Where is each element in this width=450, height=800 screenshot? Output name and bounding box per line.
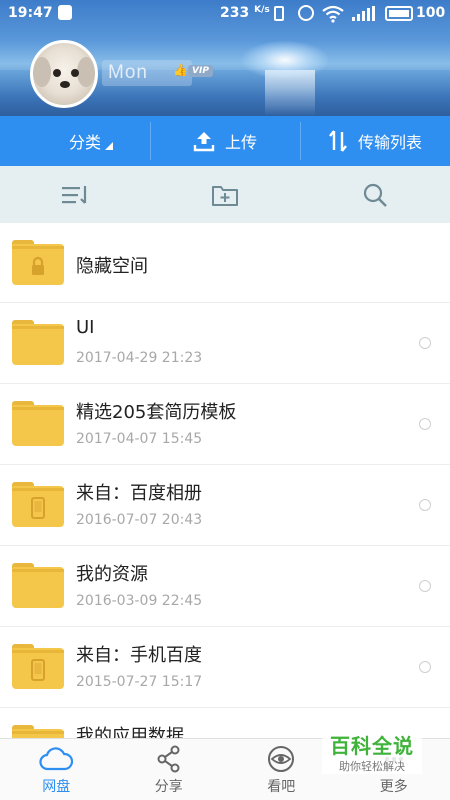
new-folder-icon (212, 185, 238, 206)
vip-hand-icon: 👍 (173, 63, 188, 77)
list-item[interactable]: 隐藏空间 (0, 223, 450, 303)
watermark-subtitle: 助你轻松解决 (339, 760, 405, 773)
nav-label: 看吧 (267, 779, 296, 795)
category-label: 分类 (68, 133, 101, 152)
battery-level: 100 (416, 5, 446, 21)
file-name: 来自：手机百度 (76, 645, 202, 666)
file-date: 2017-04-07 15:45 (76, 431, 203, 447)
status-time: 19:47 (8, 5, 53, 21)
alarm-icon (298, 5, 314, 21)
sort-icon (62, 185, 87, 204)
file-date: 2017-04-29 21:23 (76, 350, 203, 366)
watermark: 百科全说 助你轻松解决 (322, 730, 422, 774)
wifi-icon (322, 5, 344, 23)
select-radio[interactable] (419, 580, 431, 592)
transfer-icon (329, 130, 347, 152)
file-name: UI (76, 317, 95, 338)
list-item[interactable]: 精选205套简历模板 2017-04-07 15:45 (0, 384, 450, 465)
username[interactable]: Mon (108, 62, 148, 84)
network-speed: 233 K/s (220, 5, 270, 21)
select-radio[interactable] (419, 337, 431, 349)
nav-label: 更多 (379, 779, 408, 795)
lock-folder-icon (12, 240, 64, 285)
network-speed-value: 233 (220, 5, 250, 21)
avatar-eye-left (53, 69, 61, 77)
file-name: 我的应用数据 (76, 726, 184, 738)
file-toolbar (0, 166, 450, 223)
grid-icon (37, 130, 59, 152)
folder-icon (12, 320, 64, 365)
list-item[interactable]: UI 2017-04-29 21:23 (0, 303, 450, 384)
folder-icon (12, 563, 64, 608)
cloud-icon (39, 747, 74, 771)
eye-icon (268, 746, 295, 772)
file-date: 2016-03-09 22:45 (76, 593, 203, 609)
list-item[interactable]: 来自：手机百度 2015-07-27 15:17 (0, 627, 450, 708)
vip-badge[interactable]: VIP (188, 65, 213, 77)
folder-icon (12, 401, 64, 446)
action-bar: 分类 上传 传输列表 (0, 116, 450, 166)
signal-icon (352, 6, 375, 21)
select-radio[interactable] (419, 499, 431, 511)
file-date: 2015-07-27 15:17 (76, 674, 203, 690)
transfer-list-button[interactable]: 传输列表 (300, 116, 450, 166)
nav-label: 分享 (154, 779, 183, 795)
file-name: 我的资源 (76, 564, 148, 585)
phone-folder-icon (12, 644, 64, 689)
share-icon (157, 745, 180, 773)
vibrate-icon (274, 6, 284, 21)
file-name: 来自：百度相册 (76, 483, 202, 504)
sort-button[interactable] (0, 166, 150, 223)
avatar-eye-right (71, 69, 79, 77)
upload-icon (193, 132, 215, 152)
avatar-ear-right (77, 57, 95, 87)
watermark-title: 百科全说 (330, 734, 414, 758)
nav-netdisk[interactable]: 网盘 (0, 739, 113, 800)
phone-folder-icon (12, 482, 64, 527)
sun-image (240, 40, 330, 80)
list-item[interactable]: 来自：百度相册 2016-07-07 20:43 (0, 465, 450, 546)
file-name: 精选205套简历模板 (76, 402, 237, 423)
new-folder-button[interactable] (150, 166, 300, 223)
status-bar: 19:47 233 K/s 100 (0, 0, 450, 28)
select-radio[interactable] (419, 661, 431, 673)
battery-icon (385, 6, 413, 21)
list-item[interactable]: 我的资源 2016-03-09 22:45 (0, 546, 450, 627)
file-list: 隐藏空间 UI 2017-04-29 21:23 精选205套简历模板 2017… (0, 223, 450, 738)
avatar[interactable] (30, 40, 98, 108)
category-button[interactable]: 分类 (0, 116, 150, 166)
network-speed-unit: K/s (254, 5, 270, 15)
avatar-nose (60, 81, 70, 88)
screen: 19:47 233 K/s 100 Mon 👍 VIP 分类 上传 传输列表 隐… (0, 0, 450, 800)
file-date: 2016-07-07 20:43 (76, 512, 203, 528)
folder-icon (12, 725, 64, 738)
nav-share[interactable]: 分享 (113, 739, 226, 800)
avatar-ear-left (33, 57, 51, 87)
upload-label: 上传 (224, 133, 257, 152)
nav-watch[interactable]: 看吧 (225, 739, 338, 800)
dropdown-triangle-icon (105, 142, 113, 150)
nav-label: 网盘 (42, 779, 71, 795)
transfer-list-label: 传输列表 (357, 133, 422, 152)
notification-icon (58, 5, 72, 20)
select-radio[interactable] (419, 418, 431, 430)
file-name: 隐藏空间 (76, 256, 148, 277)
upload-button[interactable]: 上传 (150, 116, 300, 166)
search-icon (363, 183, 387, 207)
search-button[interactable] (300, 166, 450, 223)
